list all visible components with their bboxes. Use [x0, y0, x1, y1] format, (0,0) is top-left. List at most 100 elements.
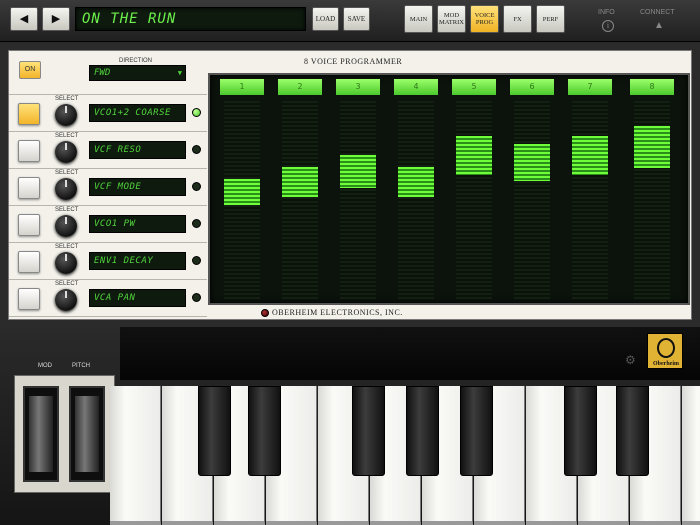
parameter-display[interactable]: VCO1 PW: [89, 215, 186, 233]
select-label: SELECT: [55, 96, 79, 102]
dropdown-arrow-icon: ▼: [177, 69, 182, 77]
select-label: SELECT: [55, 281, 79, 287]
programmer-title: 8 VOICE PROGRAMMER: [304, 57, 403, 66]
voice-column[interactable]: 2: [278, 79, 322, 301]
black-key[interactable]: [460, 386, 493, 476]
parameter-display[interactable]: VCF MODE: [89, 178, 186, 196]
parameter-display[interactable]: VCO1+2 COARSE: [89, 104, 186, 122]
select-knob[interactable]: [55, 289, 77, 311]
parameter-row: SELECT VCF RESO: [9, 132, 207, 169]
select-label: SELECT: [55, 133, 79, 139]
voice-column[interactable]: 8: [630, 79, 674, 301]
load-button[interactable]: LOAD: [312, 7, 339, 31]
voice-slider-track[interactable]: [398, 101, 434, 299]
pitch-wheel-label: PITCH: [72, 363, 90, 369]
tab-fx-label: FX: [513, 15, 522, 23]
parameter-row: SELECT ENV1 DECAY: [9, 243, 207, 280]
parameter-row: SELECT VCO1 PW: [9, 206, 207, 243]
previous-patch-button[interactable]: ◀: [10, 7, 38, 31]
voice-level-bar[interactable]: [456, 136, 492, 175]
parameter-select-button[interactable]: [18, 288, 40, 310]
select-knob[interactable]: [55, 104, 77, 126]
tab-voice-prog-line2: PROG: [475, 19, 494, 26]
voice-column[interactable]: 7: [568, 79, 612, 301]
tab-fx[interactable]: FX: [503, 5, 532, 33]
parameter-select-button[interactable]: [18, 214, 40, 236]
parameter-select-button[interactable]: [18, 103, 40, 125]
info-icon[interactable]: i: [602, 20, 614, 32]
voice-slider-track[interactable]: [340, 101, 376, 299]
oberheim-logo: Oberheim: [647, 333, 683, 369]
parameter-select-button[interactable]: [18, 251, 40, 273]
parameter-led-icon: [192, 293, 201, 302]
voice-slider-track[interactable]: [514, 101, 550, 299]
pitch-wheel[interactable]: [69, 386, 105, 482]
voice-slider-track[interactable]: [456, 101, 492, 299]
direction-select[interactable]: FWD ▼: [89, 65, 186, 81]
black-key[interactable]: [352, 386, 385, 476]
black-key[interactable]: [616, 386, 649, 476]
voice-number-label: 8: [630, 79, 674, 95]
voice-number-label: 4: [394, 79, 438, 95]
tab-main-label: MAIN: [409, 15, 428, 23]
programmer-faceplate: ON DIRECTION FWD ▼ SELECT VCO1+2 COARSE SE…: [8, 50, 692, 320]
voice-slider-track[interactable]: [572, 101, 608, 299]
save-button[interactable]: SAVE: [343, 7, 370, 31]
parameter-display[interactable]: ENV1 DECAY: [89, 252, 186, 270]
tab-mod-matrix-line1: MOD: [443, 12, 460, 19]
voice-column[interactable]: 3: [336, 79, 380, 301]
select-knob[interactable]: [55, 178, 77, 200]
voice-column[interactable]: 1: [220, 79, 264, 301]
parameter-led-icon: [192, 108, 201, 117]
tab-mod-matrix[interactable]: MOD MATRIX: [437, 5, 466, 33]
tab-main[interactable]: MAIN: [404, 5, 433, 33]
select-knob[interactable]: [55, 252, 77, 274]
parameter-display[interactable]: VCA PAN: [89, 289, 186, 307]
voice-slider-track[interactable]: [634, 101, 670, 299]
logo-text: Oberheim: [653, 361, 679, 367]
parameter-select-button[interactable]: [18, 177, 40, 199]
black-key[interactable]: [198, 386, 231, 476]
tab-perf-label: PERF: [542, 15, 559, 23]
black-key[interactable]: [564, 386, 597, 476]
select-knob[interactable]: [55, 215, 77, 237]
programmer-on-button[interactable]: ON: [19, 61, 41, 79]
voice-column[interactable]: 6: [510, 79, 554, 301]
voice-level-bar[interactable]: [634, 126, 670, 168]
voice-slider-track[interactable]: [282, 101, 318, 299]
tab-voice-prog[interactable]: VOICE PROG: [470, 5, 499, 33]
top-bar: ◀ ▶ ON THE RUN LOAD SAVE MAIN MOD MATRIX…: [0, 0, 700, 42]
black-key[interactable]: [248, 386, 281, 476]
wheel-housing: [14, 375, 115, 493]
voice-level-bar[interactable]: [572, 136, 608, 175]
connect-icon[interactable]: ▲: [654, 20, 664, 31]
parameter-display[interactable]: VCF RESO: [89, 141, 186, 159]
programmer-panel: ON DIRECTION FWD ▼ SELECT VCO1+2 COARSE SE…: [0, 42, 700, 327]
voice-column[interactable]: 4: [394, 79, 438, 301]
tab-perf[interactable]: PERF: [536, 5, 565, 33]
select-knob[interactable]: [55, 141, 77, 163]
parameter-led-icon: [192, 145, 201, 154]
voice-column[interactable]: 5: [452, 79, 496, 301]
mod-wheel-label: MOD: [38, 363, 52, 369]
parameter-select-button[interactable]: [18, 140, 40, 162]
select-label: SELECT: [55, 244, 79, 250]
white-key[interactable]: [682, 386, 700, 525]
direction-label: DIRECTION: [119, 58, 152, 64]
voice-slider-track[interactable]: [224, 101, 260, 299]
voice-number-label: 2: [278, 79, 322, 95]
select-label: SELECT: [55, 170, 79, 176]
voice-number-label: 3: [336, 79, 380, 95]
voice-level-bar[interactable]: [282, 167, 318, 197]
parameter-row: SELECT VCO1+2 COARSE: [9, 95, 207, 132]
voice-level-bar[interactable]: [514, 144, 550, 181]
mod-wheel[interactable]: [23, 386, 59, 482]
next-patch-button[interactable]: ▶: [42, 7, 70, 31]
voice-level-bar[interactable]: [224, 179, 260, 205]
patch-name-display[interactable]: ON THE RUN: [75, 7, 306, 31]
white-key[interactable]: [110, 386, 161, 525]
voice-level-bar[interactable]: [340, 155, 376, 188]
gear-icon[interactable]: ⚙: [625, 353, 636, 367]
black-key[interactable]: [406, 386, 439, 476]
voice-level-bar[interactable]: [398, 167, 434, 197]
